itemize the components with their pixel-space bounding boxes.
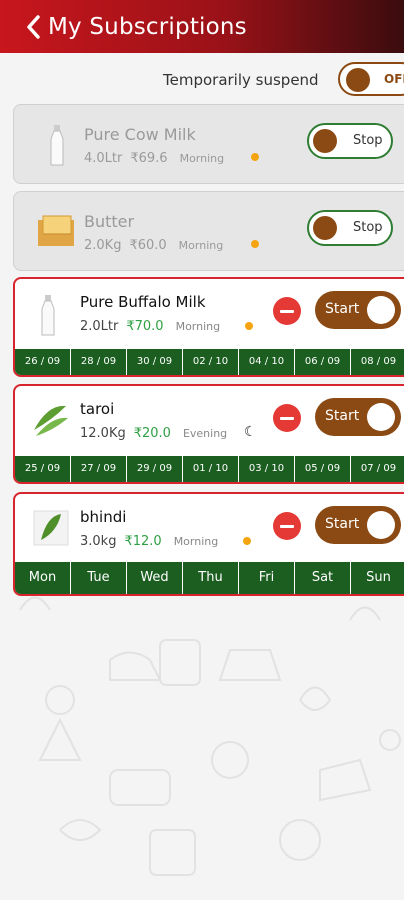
product-price: ₹20.0 bbox=[133, 426, 171, 441]
remove-button[interactable] bbox=[273, 404, 301, 432]
toggle-knob bbox=[367, 403, 395, 431]
product-qty: 2.0Kg bbox=[84, 238, 122, 253]
subscription-card-butter: Butter 2.0Kg ₹60.0 Morning Stop bbox=[13, 191, 404, 271]
toggle-label: Start bbox=[325, 516, 360, 532]
suspend-toggle[interactable]: OFF bbox=[338, 62, 404, 96]
delivery-date: 06 / 09 bbox=[295, 349, 351, 375]
minus-icon bbox=[280, 524, 294, 528]
toggle-label: Start bbox=[325, 301, 360, 317]
delivery-slot: Evening bbox=[182, 427, 228, 440]
subscription-card-bhindi: bhindi 3.0kg ₹12.0 Morning Start Mon Tue W… bbox=[13, 492, 404, 596]
product-qty: 4.0Ltr bbox=[84, 151, 123, 166]
delivery-date: 02 / 10 bbox=[183, 349, 239, 375]
remove-button[interactable] bbox=[273, 512, 301, 540]
product-meta: 3.0kg ₹12.0 Morning bbox=[80, 534, 218, 549]
minus-icon bbox=[280, 309, 294, 313]
delivery-date: 07 / 09 bbox=[351, 456, 404, 482]
product-price: ₹12.0 bbox=[124, 534, 162, 549]
subscription-card-pure-cow-milk: Pure Cow Milk 4.0Ltr ₹69.6 Morning Stop bbox=[13, 104, 404, 184]
start-toggle[interactable]: Start bbox=[315, 291, 401, 329]
delivery-date: 26 / 09 bbox=[15, 349, 71, 375]
stop-toggle[interactable]: Stop bbox=[307, 210, 393, 246]
morning-sun-icon bbox=[251, 153, 259, 161]
product-price: ₹60.0 bbox=[129, 238, 167, 253]
product-price: ₹69.6 bbox=[130, 151, 168, 166]
milk-bottle-icon bbox=[50, 125, 64, 166]
toggle-knob bbox=[313, 216, 337, 240]
delivery-date: 08 / 09 bbox=[351, 349, 404, 375]
product-name: taroi bbox=[80, 400, 115, 418]
product-name: Pure Cow Milk bbox=[84, 125, 196, 144]
evening-moon-icon: ☾ bbox=[244, 424, 257, 440]
taroi-icon bbox=[34, 405, 68, 436]
delivery-day: Tue bbox=[71, 562, 127, 594]
delivery-date: 25 / 09 bbox=[15, 456, 71, 482]
bhindi-icon bbox=[33, 510, 69, 546]
delivery-day: Thu bbox=[183, 562, 239, 594]
delivery-day: Sat bbox=[295, 562, 351, 594]
delivery-day: Sun bbox=[351, 562, 404, 594]
toggle-knob bbox=[367, 296, 395, 324]
toggle-label: Stop bbox=[353, 220, 383, 235]
start-toggle[interactable]: Start bbox=[315, 398, 401, 436]
suspend-state: OFF bbox=[384, 72, 404, 86]
morning-sun-icon bbox=[251, 240, 259, 248]
product-name: bhindi bbox=[80, 508, 127, 526]
product-meta: 12.0Kg ₹20.0 Evening bbox=[80, 426, 227, 441]
butter-icon bbox=[38, 215, 74, 246]
suspend-label: Temporarily suspend bbox=[163, 71, 319, 89]
delivery-date: 01 / 10 bbox=[183, 456, 239, 482]
remove-button[interactable] bbox=[273, 297, 301, 325]
subscription-card-taroi: taroi 12.0Kg ₹20.0 Evening ☾ Start 25 / 09… bbox=[13, 384, 404, 484]
product-qty: 2.0Ltr bbox=[80, 319, 119, 334]
milk-bottle-icon bbox=[41, 295, 55, 336]
toggle-knob bbox=[346, 68, 370, 92]
toggle-label: Start bbox=[325, 408, 360, 424]
delivery-date: 05 / 09 bbox=[295, 456, 351, 482]
morning-sun-icon bbox=[243, 537, 251, 545]
chevron-left-icon bbox=[27, 14, 40, 39]
product-price: ₹70.0 bbox=[126, 319, 164, 334]
delivery-slot: Morning bbox=[175, 320, 221, 333]
product-qty: 3.0kg bbox=[80, 534, 117, 549]
delivery-days-row: Mon Tue Wed Thu Fri Sat Sun bbox=[15, 562, 404, 594]
subscription-card-pure-buffalo-milk: Pure Buffalo Milk 2.0Ltr ₹70.0 Morning Sta… bbox=[13, 277, 404, 377]
product-name: Pure Buffalo Milk bbox=[80, 293, 206, 311]
toggle-label: Stop bbox=[353, 133, 383, 148]
delivery-dates-row: 25 / 09 27 / 09 29 / 09 01 / 10 03 / 10 … bbox=[15, 456, 404, 482]
minus-icon bbox=[280, 416, 294, 420]
page-title: My Subscriptions bbox=[48, 13, 247, 40]
app-header: My Subscriptions bbox=[0, 0, 404, 53]
product-meta: 2.0Kg ₹60.0 Morning bbox=[84, 238, 223, 253]
delivery-slot: Morning bbox=[179, 152, 225, 165]
delivery-day: Fri bbox=[239, 562, 295, 594]
delivery-date: 27 / 09 bbox=[71, 456, 127, 482]
toggle-knob bbox=[367, 511, 395, 539]
morning-sun-icon bbox=[245, 322, 253, 330]
delivery-slot: Morning bbox=[178, 239, 224, 252]
stop-toggle[interactable]: Stop bbox=[307, 123, 393, 159]
delivery-date: 04 / 10 bbox=[239, 349, 295, 375]
delivery-day: Wed bbox=[127, 562, 183, 594]
delivery-date: 29 / 09 bbox=[127, 456, 183, 482]
toggle-knob bbox=[313, 129, 337, 153]
back-button[interactable] bbox=[22, 12, 44, 42]
product-meta: 4.0Ltr ₹69.6 Morning bbox=[84, 151, 224, 166]
product-qty: 12.0Kg bbox=[80, 426, 126, 441]
delivery-date: 03 / 10 bbox=[239, 456, 295, 482]
delivery-date: 30 / 09 bbox=[127, 349, 183, 375]
start-toggle[interactable]: Start bbox=[315, 506, 401, 544]
suspend-row: Temporarily suspend OFF bbox=[0, 60, 404, 100]
delivery-slot: Morning bbox=[173, 535, 219, 548]
product-name: Butter bbox=[84, 212, 135, 231]
delivery-dates-row: 26 / 09 28 / 09 30 / 09 02 / 10 04 / 10 … bbox=[15, 349, 404, 375]
delivery-day: Mon bbox=[15, 562, 71, 594]
delivery-date: 28 / 09 bbox=[71, 349, 127, 375]
product-meta: 2.0Ltr ₹70.0 Morning bbox=[80, 319, 220, 334]
